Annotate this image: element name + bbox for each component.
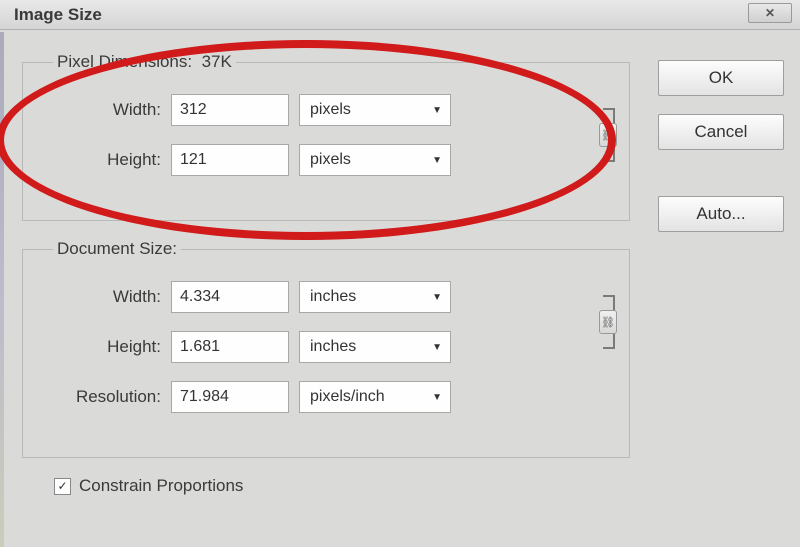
px-width-unit-select[interactable]: pixels ▼ bbox=[299, 94, 451, 126]
document-size-legend: Document Size: bbox=[53, 239, 181, 259]
px-height-label: Height: bbox=[41, 150, 161, 170]
chevron-down-icon: ▼ bbox=[432, 155, 442, 166]
chevron-down-icon: ▼ bbox=[432, 392, 442, 403]
doc-width-label: Width: bbox=[41, 287, 161, 307]
doc-height-input[interactable] bbox=[171, 331, 289, 363]
doc-resolution-label: Resolution: bbox=[41, 387, 161, 407]
chevron-down-icon: ▼ bbox=[432, 292, 442, 303]
auto-button[interactable]: Auto... bbox=[658, 196, 784, 232]
doc-resolution-input[interactable] bbox=[171, 381, 289, 413]
doc-height-unit-select[interactable]: inches ▼ bbox=[299, 331, 451, 363]
close-icon: ✕ bbox=[765, 6, 775, 20]
doc-width-unit-select[interactable]: inches ▼ bbox=[299, 281, 451, 313]
pixel-dimensions-legend: Pixel Dimensions: 37K bbox=[53, 52, 236, 72]
px-height-unit-select[interactable]: pixels ▼ bbox=[299, 144, 451, 176]
document-size-group: Document Size: Width: inches ▼ Height: i… bbox=[22, 239, 630, 458]
window-title: Image Size bbox=[14, 5, 102, 25]
px-width-label: Width: bbox=[41, 100, 161, 120]
constrain-proportions-row[interactable]: ✓ Constrain Proportions bbox=[54, 476, 630, 496]
chevron-down-icon: ▼ bbox=[432, 105, 442, 116]
constrain-proportions-checkbox[interactable]: ✓ bbox=[54, 478, 71, 495]
titlebar: Image Size ✕ bbox=[0, 0, 800, 30]
doc-width-input[interactable] bbox=[171, 281, 289, 313]
ok-button[interactable]: OK bbox=[658, 60, 784, 96]
link-icon[interactable]: ⛓ bbox=[599, 123, 617, 147]
constrain-proportions-label: Constrain Proportions bbox=[79, 476, 243, 496]
link-icon[interactable]: ⛓ bbox=[599, 310, 617, 334]
cancel-button[interactable]: Cancel bbox=[658, 114, 784, 150]
pixel-dimensions-group: Pixel Dimensions: 37K Width: pixels ▼ He… bbox=[22, 52, 630, 221]
px-width-input[interactable] bbox=[171, 94, 289, 126]
px-height-input[interactable] bbox=[171, 144, 289, 176]
doc-resolution-unit-select[interactable]: pixels/inch ▼ bbox=[299, 381, 451, 413]
dialog-body: Pixel Dimensions: 37K Width: pixels ▼ He… bbox=[0, 30, 800, 508]
close-button[interactable]: ✕ bbox=[748, 3, 792, 23]
doc-height-label: Height: bbox=[41, 337, 161, 357]
px-link-bracket: ⛓ bbox=[595, 108, 615, 162]
chevron-down-icon: ▼ bbox=[432, 342, 442, 353]
doc-link-bracket: ⛓ bbox=[595, 295, 615, 349]
